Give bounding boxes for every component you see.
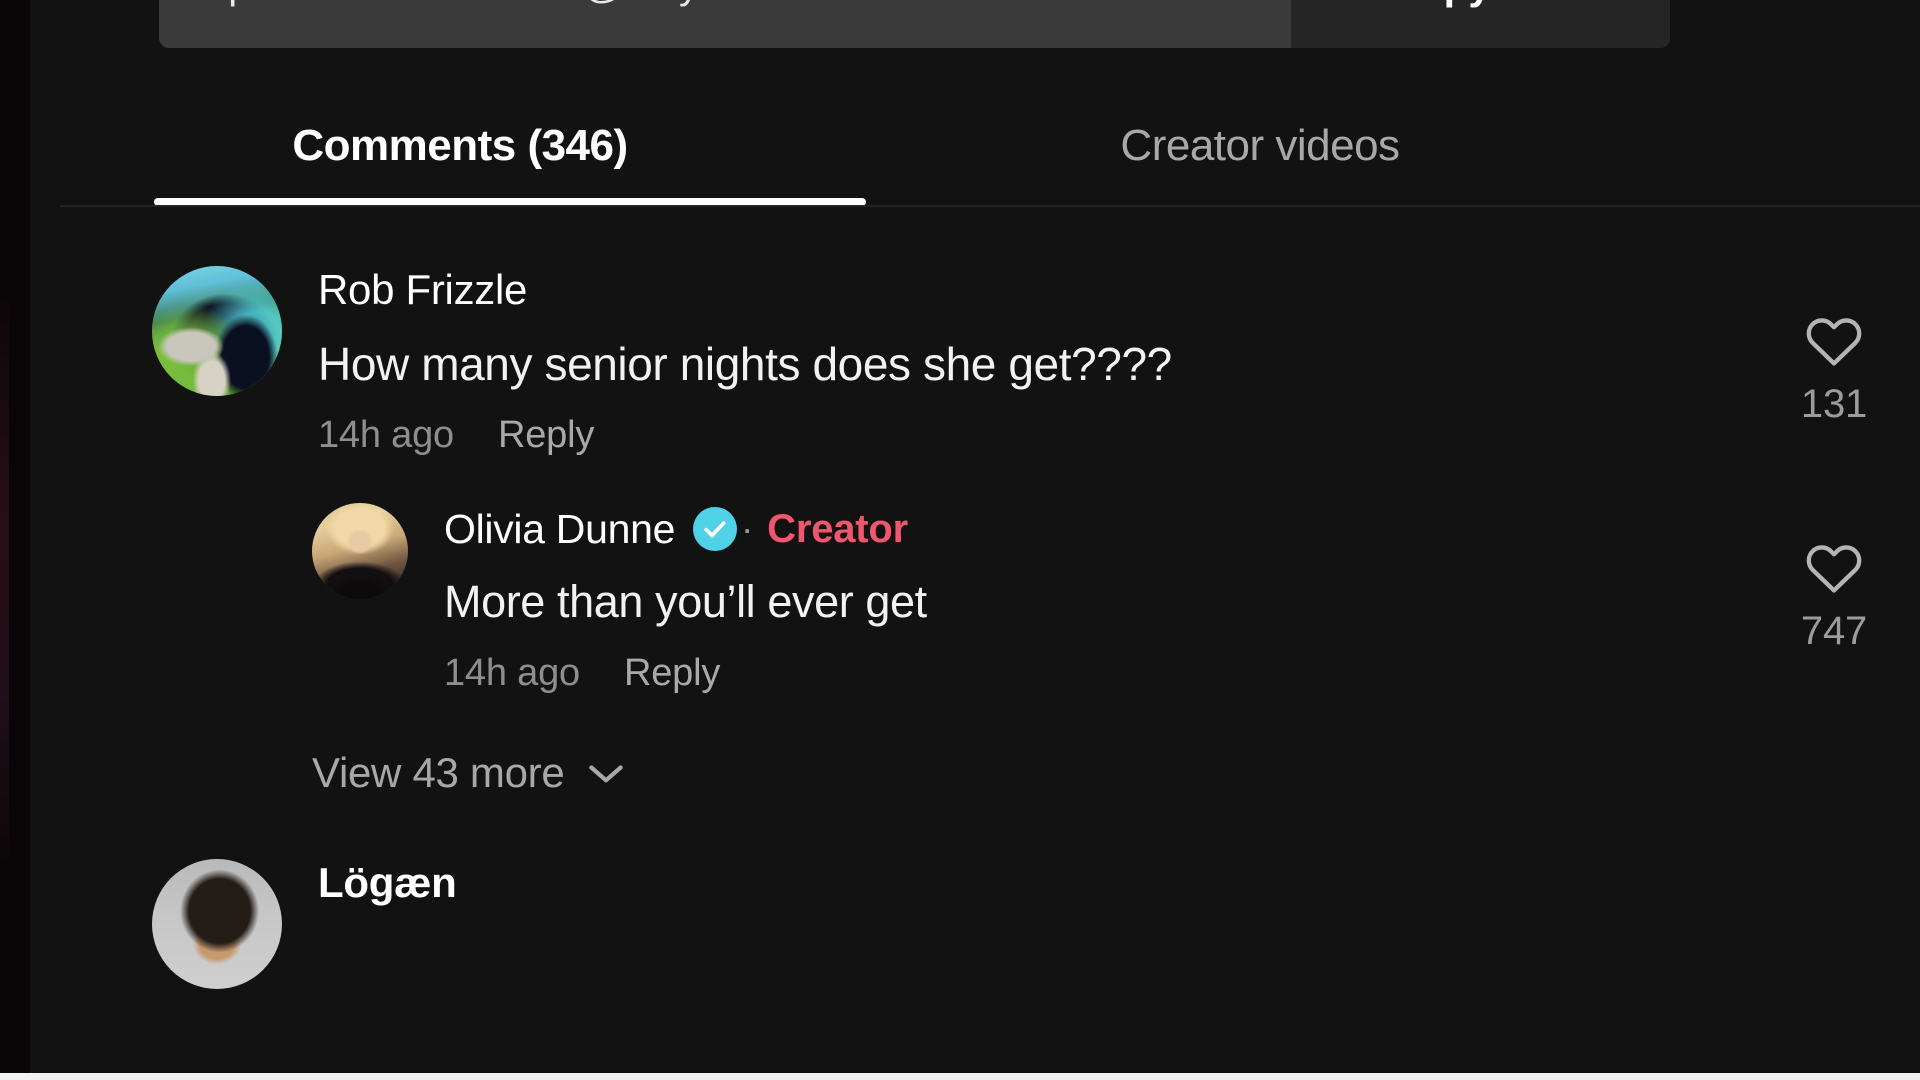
comment-item-root: Rob Frizzle How many senior nights does … (60, 210, 1920, 457)
copy-link-button[interactable]: Copy link (1291, 0, 1670, 48)
comment-meta-row: 14h ago Reply (318, 414, 1890, 457)
reply-button[interactable]: Reply (624, 652, 720, 695)
comment-author-name[interactable]: Olivia Dunne (444, 506, 675, 553)
comment-author-name[interactable]: Lögæn (318, 859, 457, 907)
dark-hair-portrait-avatar (152, 859, 282, 989)
avatar[interactable] (152, 266, 282, 396)
share-bar: https://www.tiktok.com/@livvy/video/7479… (159, 0, 1670, 48)
avatar[interactable] (152, 859, 282, 989)
tab-creator-videos-label: Creator videos (1120, 121, 1400, 170)
verified-badge-icon (693, 507, 738, 552)
like-count: 131 (1800, 382, 1868, 426)
comment-text: How many senior nights does she get???? (318, 338, 1172, 390)
creator-badge: Creator (767, 506, 909, 551)
comment-list[interactable]: Rob Frizzle How many senior nights does … (60, 210, 1920, 1080)
dog-photo-avatar (152, 266, 282, 396)
comment-body: Olivia Dunne · Creator More than you’ll … (408, 501, 1890, 695)
like-button[interactable]: 747 (1774, 539, 1894, 654)
comment-author-name[interactable]: Rob Frizzle (318, 266, 527, 314)
comment-text: More than you’ll ever get (444, 576, 927, 628)
gutter-accent (0, 300, 9, 860)
view-more-label: View 43 more (312, 749, 565, 796)
author-separator-dot: · (741, 508, 754, 550)
tab-creator-videos[interactable]: Creator videos (860, 86, 1660, 206)
view-more-replies-button[interactable]: View 43 more (312, 749, 628, 797)
tab-bar-divider (60, 205, 1920, 207)
embed-content-panel: https://www.tiktok.com/@livvy/video/7479… (30, 0, 1920, 1080)
page-left-gutter (0, 0, 30, 1080)
comment-item-reply: Olivia Dunne · Creator More than you’ll … (60, 457, 1920, 695)
comment-body: Lögæn (282, 855, 1890, 911)
like-button[interactable]: 131 (1774, 312, 1894, 427)
comment-item-next-partial: Lögæn (60, 797, 1920, 989)
tab-comments-label: Comments (346) (292, 121, 628, 170)
chevron-down-icon (584, 758, 628, 788)
tab-bar: Comments (346) Creator videos (60, 86, 1920, 206)
comment-author-row: Rob Frizzle (318, 262, 1890, 318)
blonde-portrait-avatar (312, 503, 408, 600)
reply-button[interactable]: Reply (498, 414, 594, 457)
tab-comments[interactable]: Comments (346) (60, 86, 866, 206)
comment-author-row: Olivia Dunne · Creator (444, 501, 1890, 557)
heart-icon (1803, 312, 1865, 368)
like-count: 747 (1800, 609, 1868, 654)
comment-author-row: Lögæn (318, 855, 1890, 911)
avatar[interactable] (312, 503, 408, 600)
heart-icon (1803, 539, 1865, 595)
comment-timestamp: 14h ago (444, 652, 580, 694)
comment-meta-row: 14h ago Reply (444, 652, 1890, 695)
comment-timestamp: 14h ago (318, 414, 454, 457)
tiktok-embed-panel: https://www.tiktok.com/@livvy/video/7479… (0, 0, 1920, 1080)
page-bottom-edge (0, 1073, 1920, 1080)
share-url-field[interactable]: https://www.tiktok.com/@livvy/video/7479… (159, 0, 1291, 48)
comment-body: Rob Frizzle How many senior nights does … (282, 262, 1890, 457)
